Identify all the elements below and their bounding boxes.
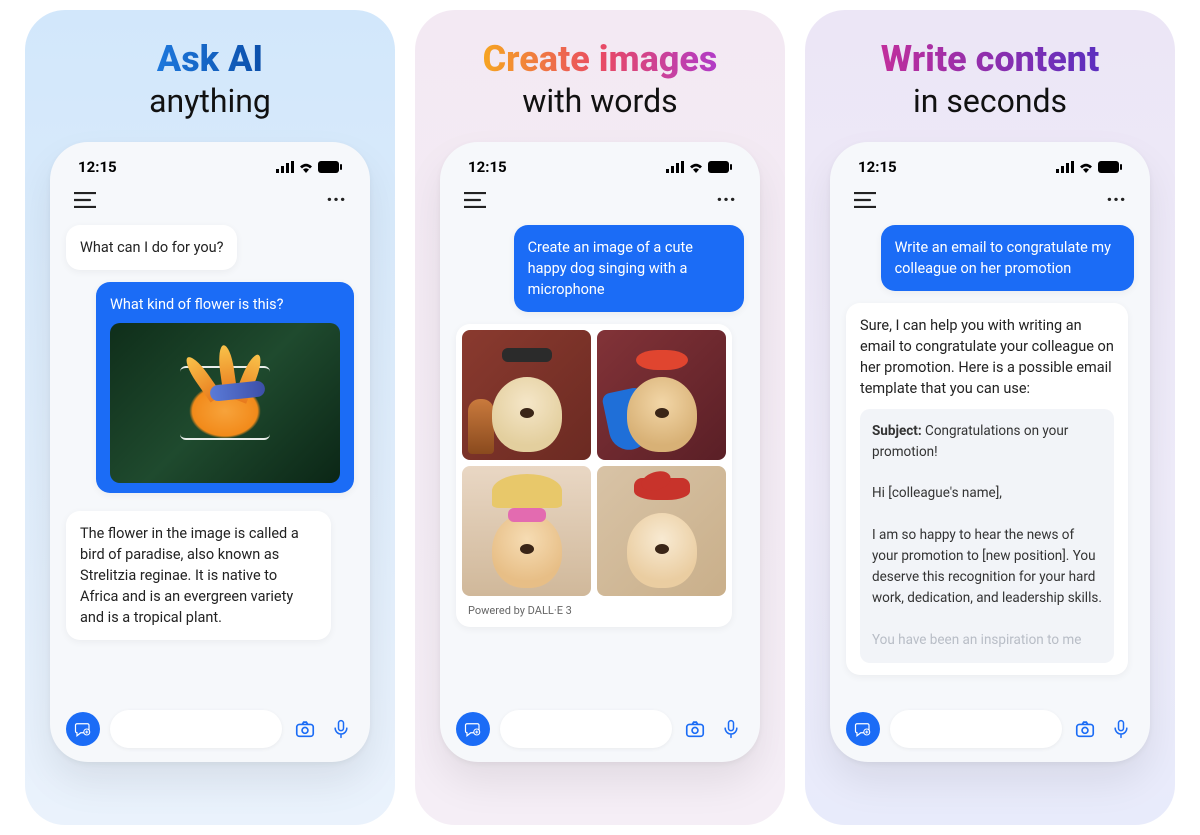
generated-images-card: Powered by DALL·E 3 (456, 324, 732, 627)
ai-message: What can I do for you? (66, 225, 237, 270)
status-bar: 12:15 (842, 158, 1138, 184)
microphone-icon[interactable] (328, 716, 354, 742)
email-subject-line: Subject: Congratulations on your promoti… (872, 421, 1102, 463)
status-time: 12:15 (468, 158, 507, 176)
headline: Write content in seconds (881, 40, 1100, 120)
app-top-bar: ··· (62, 184, 358, 225)
more-icon[interactable]: ··· (326, 188, 346, 213)
input-bar (452, 702, 748, 748)
new-chat-button[interactable] (66, 712, 100, 746)
wifi-icon (688, 161, 704, 173)
menu-icon[interactable] (854, 192, 876, 208)
promo-panel-ask-ai: Ask AI anything 12:15 ··· What can I do … (25, 10, 395, 825)
headline-line2: anything (149, 82, 271, 120)
status-right (1056, 161, 1122, 173)
camera-icon[interactable] (1072, 716, 1098, 742)
headline-line2: in seconds (881, 82, 1100, 120)
app-top-bar: ··· (452, 184, 748, 225)
app-top-bar: ··· (842, 184, 1138, 225)
chat-area: Create an image of a cute happy dog sing… (452, 225, 748, 702)
camera-icon[interactable] (682, 716, 708, 742)
wifi-icon (1078, 161, 1094, 173)
phone-mockup: 12:15 ··· What can I do for you? What ki… (50, 142, 370, 762)
chat-area: What can I do for you? What kind of flow… (62, 225, 358, 702)
wifi-icon (298, 161, 314, 173)
message-input[interactable] (110, 710, 282, 748)
email-greeting: Hi [colleague's name], (872, 483, 1102, 504)
input-bar (842, 702, 1138, 748)
headline-line1: Create images (483, 40, 718, 80)
email-template: Subject: Congratulations on your promoti… (860, 409, 1114, 663)
email-body-2: You have been an inspiration to me (872, 630, 1102, 651)
generated-image-2[interactable] (597, 330, 726, 460)
headline: Ask AI anything (149, 40, 271, 120)
image-grid (462, 330, 726, 596)
headline-line1: Ask AI (149, 40, 271, 80)
generated-image-3[interactable] (462, 466, 591, 596)
message-input[interactable] (890, 710, 1062, 748)
camera-icon[interactable] (292, 716, 318, 742)
generated-image-1[interactable] (462, 330, 591, 460)
phone-mockup: 12:15 ··· Create an image of a cute happ… (440, 142, 760, 762)
user-message-with-image: What kind of flower is this? (96, 282, 354, 493)
user-message-text: What kind of flower is this? (110, 294, 340, 315)
chat-area: Write an email to congratulate my collea… (842, 225, 1138, 702)
more-icon[interactable]: ··· (1106, 188, 1126, 213)
user-message: Write an email to congratulate my collea… (881, 225, 1134, 291)
user-message: Create an image of a cute happy dog sing… (514, 225, 744, 312)
battery-icon (1098, 161, 1122, 173)
ai-response: The flower in the image is called a bird… (66, 511, 331, 640)
email-body-1: I am so happy to hear the news of your p… (872, 525, 1102, 609)
powered-by-label: Powered by DALL·E 3 (462, 596, 726, 621)
phone-mockup: 12:15 ··· Write an email to congratulate… (830, 142, 1150, 762)
battery-icon (708, 161, 732, 173)
status-bar: 12:15 (452, 158, 748, 184)
email-subject-label: Subject: (872, 423, 922, 439)
status-right (276, 161, 342, 173)
microphone-icon[interactable] (1108, 716, 1134, 742)
ai-response-intro: Sure, I can help you with writing an ema… (860, 315, 1114, 399)
status-time: 12:15 (858, 158, 897, 176)
input-bar (62, 702, 358, 748)
promo-panel-write-content: Write content in seconds 12:15 ··· Write… (805, 10, 1175, 825)
ai-response: Sure, I can help you with writing an ema… (846, 303, 1128, 675)
status-time: 12:15 (78, 158, 117, 176)
headline-line2: with words (483, 82, 718, 120)
headline-line1: Write content (881, 40, 1100, 80)
message-input[interactable] (500, 710, 672, 748)
headline: Create images with words (483, 40, 718, 120)
promo-panel-create-images: Create images with words 12:15 ··· Creat… (415, 10, 785, 825)
new-chat-button[interactable] (846, 712, 880, 746)
status-bar: 12:15 (62, 158, 358, 184)
new-chat-button[interactable] (456, 712, 490, 746)
microphone-icon[interactable] (718, 716, 744, 742)
more-icon[interactable]: ··· (716, 188, 736, 213)
signal-icon (276, 161, 294, 173)
generated-image-4[interactable] (597, 466, 726, 596)
signal-icon (1056, 161, 1074, 173)
menu-icon[interactable] (74, 192, 96, 208)
status-right (666, 161, 732, 173)
battery-icon (318, 161, 342, 173)
uploaded-image (110, 323, 340, 483)
menu-icon[interactable] (464, 192, 486, 208)
signal-icon (666, 161, 684, 173)
